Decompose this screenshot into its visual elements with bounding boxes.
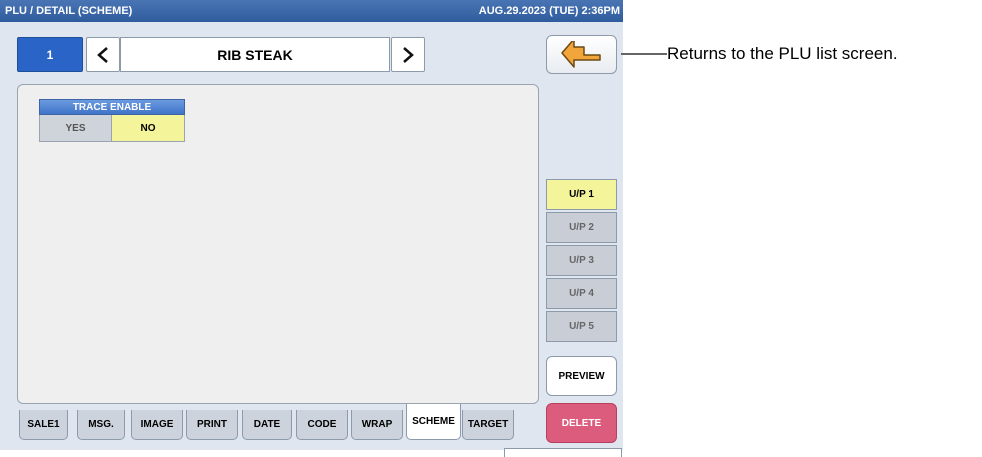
tab-code[interactable]: CODE [296,410,348,440]
plu-number-field[interactable]: 1 [17,37,83,72]
item-name-field[interactable]: RIB STEAK [120,37,390,72]
tab-msg[interactable]: MSG. [77,410,125,440]
callout-text: Returns to the PLU list screen. [667,44,898,63]
chevron-right-icon [403,46,414,63]
delete-button[interactable]: DELETE [546,403,617,443]
return-button[interactable] [546,35,617,74]
date-time: AUG.29.2023 (TUE) 2:36PM [478,5,620,17]
unit-price-3-button[interactable]: U/P 3 [546,245,617,276]
callout-leader-line [621,53,667,55]
trace-enable-label: TRACE ENABLE [39,99,185,115]
trace-yes-button[interactable]: YES [39,115,112,142]
tab-wrap[interactable]: WRAP [351,410,403,440]
tab-sale1[interactable]: SALE1 [19,410,68,440]
unit-price-1-button[interactable]: U/P 1 [546,179,617,210]
tab-print[interactable]: PRINT [186,410,238,440]
next-plu-button[interactable] [391,37,425,72]
prev-plu-button[interactable] [86,37,120,72]
tab-image[interactable]: IMAGE [131,410,183,440]
tab-date[interactable]: DATE [242,410,292,440]
unit-price-2-button[interactable]: U/P 2 [546,212,617,243]
tab-target[interactable]: TARGET [462,410,514,440]
screen-title: PLU / DETAIL (SCHEME) [5,5,133,17]
chevron-left-icon [97,46,108,63]
return-arrow-icon [560,40,601,68]
unit-price-4-button[interactable]: U/P 4 [546,278,617,309]
bottom-edge-box [504,448,622,457]
preview-button[interactable]: PREVIEW [546,356,617,396]
trace-no-button[interactable]: NO [112,115,185,142]
title-bar: PLU / DETAIL (SCHEME) AUG.29.2023 (TUE) … [0,0,623,22]
trace-enable-control: TRACE ENABLE YES NO [39,99,185,142]
tab-scheme[interactable]: SCHEME [406,404,461,440]
unit-price-5-button[interactable]: U/P 5 [546,311,617,342]
device-screen: PLU / DETAIL (SCHEME) AUG.29.2023 (TUE) … [0,0,623,450]
